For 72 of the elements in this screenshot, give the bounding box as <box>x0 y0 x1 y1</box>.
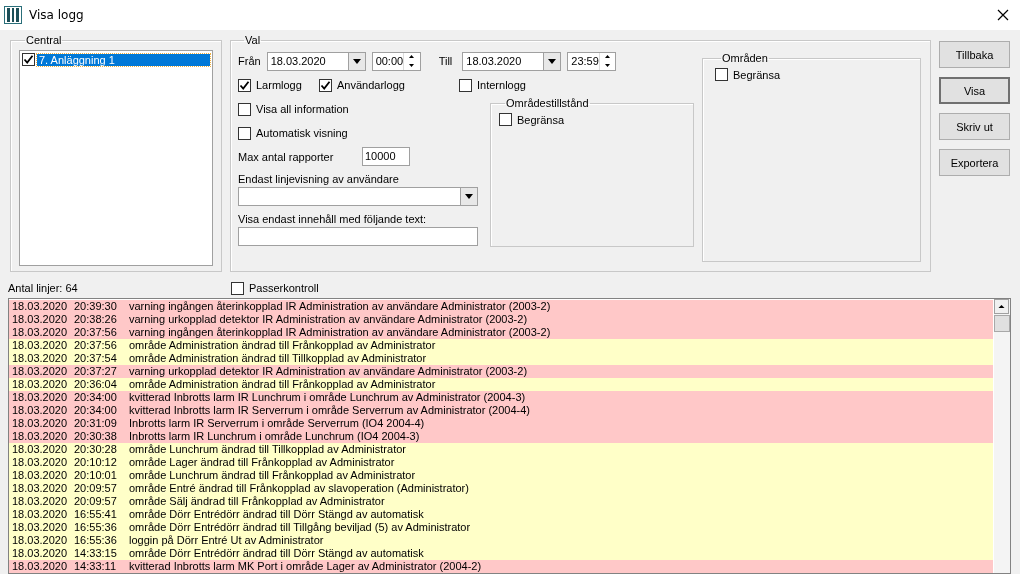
from-label: Från <box>238 55 261 67</box>
log-row[interactable]: 18.03.2020 20:37:54 område Administration ändrad till Tillkopplad av Administrator <box>9 352 993 365</box>
log-row[interactable]: 18.03.2020 20:38:26 varning urkopplad detektor IR Administration av användare Administrator (2003-2) <box>9 313 993 326</box>
log-row[interactable]: 18.03.2020 20:37:56 område Administration ändrad till Frånkopplad av Administrator <box>9 339 993 352</box>
checkbox[interactable] <box>238 126 251 140</box>
close-icon[interactable] <box>997 9 1009 21</box>
checkbox-label[interactable]: Begränsa <box>733 68 781 81</box>
caret-icon[interactable] <box>465 194 473 199</box>
caret-icon[interactable] <box>352 58 361 64</box>
checkbox[interactable] <box>715 68 728 81</box>
log-row[interactable]: 18.03.2020 20:37:27 varning urkopplad detektor IR Administration av användare Administrator (2003-2) <box>9 365 993 378</box>
checkbox-label[interactable]: Larmlogg <box>256 79 302 91</box>
log-row[interactable]: 18.03.2020 20:36:04 område Administration ändrad till Frånkopplad av Administrator <box>9 378 993 391</box>
spin-down-icon[interactable] <box>409 63 415 67</box>
app-icon <box>4 6 22 24</box>
scroll-thumb[interactable] <box>994 315 1010 332</box>
log-row[interactable]: 18.03.2020 16:55:36 område Dörr Entrédörr ändrad till Tillgång beviljad (5) av Administrator <box>9 521 993 534</box>
checkbox-label[interactable]: Begränsa <box>517 113 565 126</box>
input-field[interactable]: 10000 <box>362 147 410 166</box>
log-row[interactable]: 18.03.2020 20:10:12 område Lager ändrad till Frånkopplad av Administrator <box>9 456 993 469</box>
log-row[interactable]: 18.03.2020 20:09:57 område Sälj ändrad till Frånkopplad av Administrator <box>9 495 993 508</box>
checkbox[interactable] <box>22 53 35 66</box>
caret-icon[interactable] <box>548 58 557 64</box>
dialog-button[interactable]: Skriv ut <box>939 113 1010 140</box>
date-dropdown[interactable]: 18.03.2020 <box>462 51 562 71</box>
checkbox-label[interactable]: Passerkontroll <box>249 282 319 294</box>
log-row[interactable]: 18.03.2020 20:30:38 Inbrotts larm IR Lunchrum i område Lunchrum (IO4 2004-3) <box>9 430 993 443</box>
checkbox[interactable] <box>231 281 244 295</box>
log-row[interactable]: 18.03.2020 16:55:36 loggin på Dörr Entré Ut av Administrator <box>9 534 993 547</box>
field-label: Endast linjevisning av användare <box>238 173 400 185</box>
window-title: Visa logg <box>29 8 85 22</box>
spin-up-icon[interactable] <box>409 55 415 59</box>
log-row[interactable]: 18.03.2020 20:34:00 kvitterad Inbrotts larm IR Lunchrum i område Lunchrum av Administrator (2004-3) <box>9 391 993 404</box>
spin-up-icon[interactable] <box>605 55 611 59</box>
dialog-button[interactable]: Visa <box>939 77 1010 104</box>
checkbox[interactable] <box>319 78 332 92</box>
dialog-button[interactable]: Tillbaka <box>939 41 1010 68</box>
log-row[interactable]: 18.03.2020 20:10:01 område Lunchrum ändrad till Frånkopplad av Administrator <box>9 469 993 482</box>
spin-down-icon[interactable] <box>605 63 611 67</box>
dialog-button[interactable]: Exportera <box>939 149 1010 176</box>
log-row[interactable]: 18.03.2020 20:34:00 kvitterad Inbrotts larm IR Serverrum i område Serverrum av Administrator (2004-4) <box>9 404 993 417</box>
tree-item[interactable]: 7. Anläggning 1 <box>37 53 210 66</box>
checkbox-label[interactable]: Internlogg <box>477 79 526 91</box>
time-spinner[interactable]: 23:59 <box>567 51 617 71</box>
group-title: Val <box>244 34 262 46</box>
log-row[interactable]: 18.03.2020 20:09:57 område Entré ändrad till Frånkopplad av slavoperation (Administrator) <box>9 482 993 495</box>
log-row[interactable]: 18.03.2020 16:55:41 område Dörr Entrédörr ändrad till Dörr Stängd av automatisk <box>9 508 993 521</box>
time-spinner[interactable]: 00:00 <box>371 51 421 71</box>
checkbox[interactable] <box>499 113 512 126</box>
log-row[interactable]: 18.03.2020 20:30:28 område Lunchrum ändrad till Tillkopplad av Administrator <box>9 443 993 456</box>
input-field[interactable] <box>238 227 478 246</box>
field-label: Max antal rapporter <box>238 150 335 163</box>
checkbox-label[interactable]: Visa all information <box>256 103 349 115</box>
group-title: Central <box>25 34 63 46</box>
log-row[interactable]: 18.03.2020 20:39:30 varning ingången återinkopplad IR Administration av användare Administrator (2003-2) <box>9 300 993 313</box>
log-row[interactable]: 18.03.2020 20:31:09 Inbrotts larm IR Serverrum i område Serverrum (IO4 2004-4) <box>9 417 993 430</box>
group-title: Områden <box>721 52 769 64</box>
date-dropdown[interactable]: 18.03.2020 <box>266 51 366 71</box>
checkbox-label[interactable]: Automatisk visning <box>256 127 348 139</box>
checkbox[interactable] <box>459 78 472 92</box>
log-row[interactable]: 18.03.2020 20:37:56 varning ingången återinkopplad IR Administration av användare Administrator (2003-2) <box>9 326 993 339</box>
log-row[interactable]: 18.03.2020 14:33:15 område Dörr Entrédörr ändrad till Dörr Stängd av automatisk <box>9 547 993 560</box>
log-row[interactable]: 18.03.2020 14:33:11 kvitterad Inbrotts larm MK Port i område Lager av Administrator (2004-2) <box>9 560 993 573</box>
checkbox[interactable] <box>238 102 251 116</box>
group-title: Områdestillstånd <box>505 97 590 109</box>
scroll-up-icon[interactable] <box>994 299 1009 314</box>
checkbox-label[interactable]: Användarlogg <box>337 79 405 91</box>
field-label: Visa endast innehåll med följande text: <box>238 213 428 225</box>
scrollbar[interactable] <box>993 299 1010 573</box>
to-label: Till <box>438 55 453 67</box>
line-count: Antal linjer: 64 <box>8 282 79 294</box>
checkbox[interactable] <box>238 78 251 92</box>
